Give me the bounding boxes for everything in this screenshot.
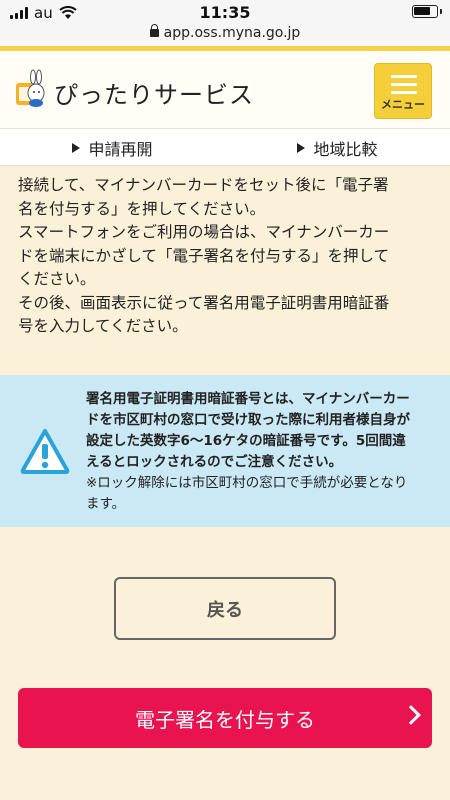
url-text: app.oss.myna.go.jp [163,25,301,41]
nav-item-region-compare[interactable]: 地域比較 [225,129,450,166]
triangle-right-icon [72,142,81,153]
notice-line: 署名用電子証明書用暗証番号とは、マイナンバーカー [86,391,410,407]
notice-note-line: ます。 [86,496,126,512]
battery-icon [412,5,442,18]
rabbit-logo-icon[interactable] [14,69,48,109]
instruction-line: ドを端末にかざして「電子署名を付与する」を押して [18,246,390,265]
instruction-line: 名を付与する」を押してください。 [18,199,266,218]
status-bar: au 11:35 app.oss.myna.go.jp [0,0,450,46]
warning-icon [20,429,70,474]
instruction-line: 接続して、マイナンバーカードをセット後に「電子署 [18,176,389,194]
sign-button-label: 電子署名を付与する [135,707,315,732]
lock-icon [149,24,159,37]
site-header: ぴったりサービス メニュー [0,51,450,129]
instruction-line: ください。 [18,270,96,288]
sub-navigation: 申請再開 地域比較 [0,129,450,166]
instruction-line: その後、画面表示に従って署名用電子証明書用暗証番 [18,293,390,312]
triangle-right-icon [297,142,306,153]
page: au 11:35 app.oss.myna.go.jp ぴったりサービス メニュ… [0,0,450,800]
site-title[interactable]: ぴったりサービス [54,75,254,110]
add-digital-signature-button[interactable]: 電子署名を付与する [18,688,432,748]
url-bar[interactable]: app.oss.myna.go.jp [0,24,450,41]
nav-item-label: 地域比較 [313,139,378,159]
clock: 11:35 [199,3,251,22]
pin-notice: 署名用電子証明書用暗証番号とは、マイナンバーカー ドを市区町村の窓口で受け取った… [0,375,450,527]
notice-line: えるとロックされるのでご注意ください。 [86,454,343,470]
instruction-line: 号を入力してください。 [18,317,188,335]
back-button[interactable]: 戻る [114,577,336,640]
notice-line: 設定した英数字6〜16ケタの暗証番号です。5回間違 [86,433,406,449]
notice-note-line: ※ロック解除には市区町村の窓口で手続が必要となり [86,475,408,491]
notice-line: ドを市区町村の窓口で受け取った際に利用者様自身が [86,412,410,428]
nav-item-resume-application[interactable]: 申請再開 [0,129,225,166]
menu-button-label: メニュー [381,98,425,111]
clipped-line [18,166,438,174]
notice-text: 署名用電子証明書用暗証番号とは、マイナンバーカー ドを市区町村の窓口で受け取った… [86,389,436,515]
instruction-line: スマートフォンをご利用の場合は、マイナンバーカー [18,223,390,241]
instruction-text: 接続して、マイナンバーカードをセット後に「電子署 名を付与する」を押してください… [18,166,438,339]
chevron-right-icon [401,705,421,725]
back-button-label: 戻る [207,599,243,621]
menu-button[interactable]: メニュー [374,63,432,119]
nav-item-label: 申請再開 [88,139,153,159]
